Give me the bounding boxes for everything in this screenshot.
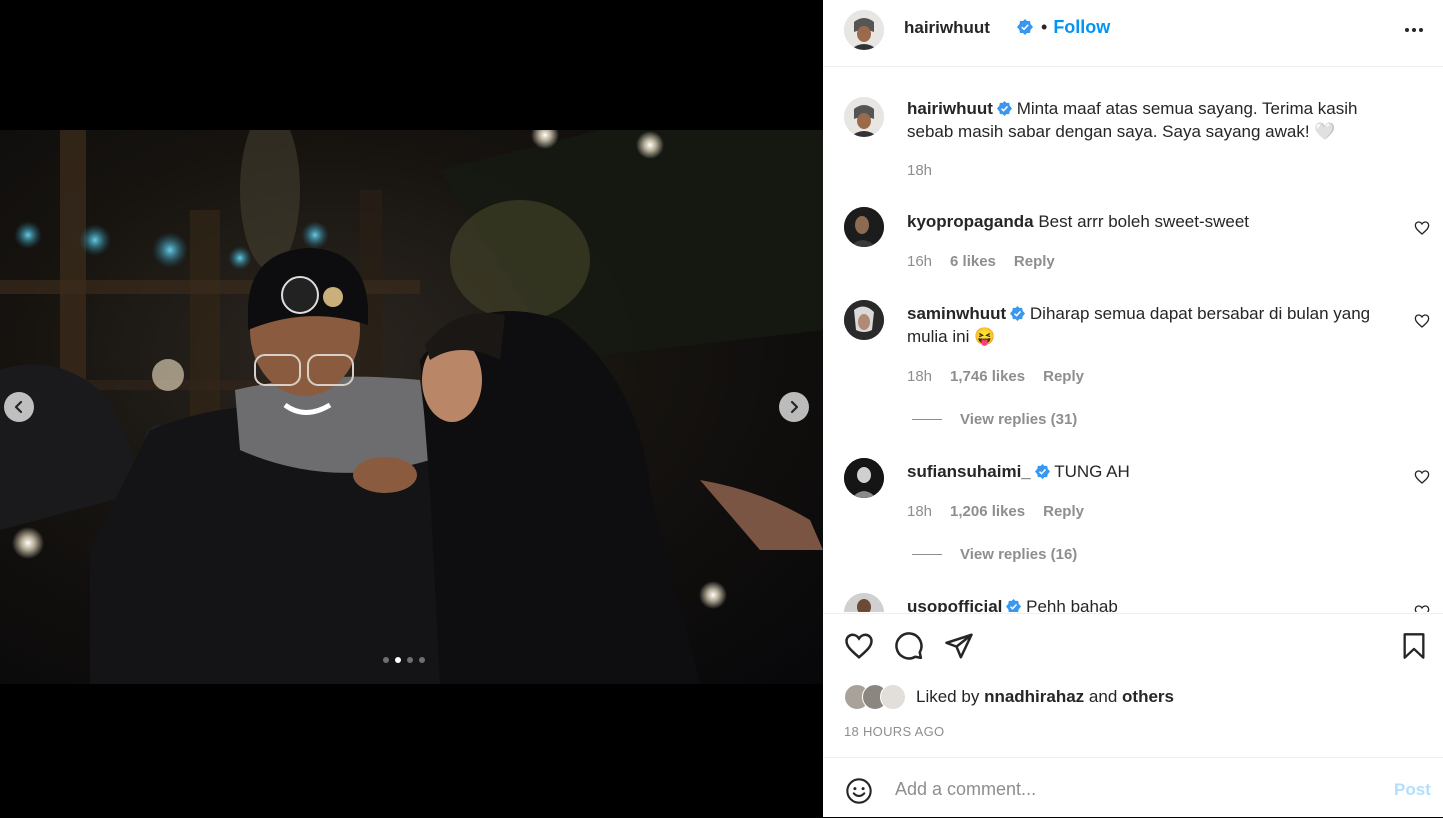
carousel-indicator <box>383 657 425 663</box>
carousel-dot-active <box>395 657 401 663</box>
comment-meta: 18h 1,746 likes Reply <box>907 368 1084 385</box>
verified-badge-icon <box>996 101 1012 116</box>
follow-button[interactable]: Follow <box>1053 17 1110 37</box>
view-replies-button[interactable]: View replies (16) <box>912 546 1077 563</box>
reply-button[interactable]: Reply <box>1043 368 1084 385</box>
heart-icon[interactable] <box>844 631 874 661</box>
comment-text-block: saminwhuut Diharap semua dapat bersabar … <box>907 302 1407 348</box>
post-side-panel: hairiwhuut • Follow hairiwhuut Minta maaf… <box>823 0 1443 817</box>
comment-time[interactable]: 18h <box>907 503 932 520</box>
more-options-icon[interactable] <box>1403 19 1425 41</box>
photo-illustration <box>0 130 823 684</box>
caption-username[interactable]: hairiwhuut <box>907 99 993 118</box>
reply-button[interactable]: Reply <box>1043 503 1084 520</box>
replies-divider <box>912 419 942 420</box>
verified-badge-icon <box>1006 599 1022 612</box>
post-actions: Liked by nnadhirahaz and others 18 HOURS… <box>823 613 1443 757</box>
comment-input[interactable] <box>893 773 1377 805</box>
view-replies-label: View replies (16) <box>960 546 1078 563</box>
commenter-username[interactable]: usopofficial <box>907 597 1002 612</box>
chevron-right-icon <box>790 400 799 414</box>
heart-icon[interactable] <box>1414 313 1430 329</box>
commenter-avatar[interactable] <box>844 207 884 247</box>
post-media <box>0 0 823 817</box>
caption-meta: 18h <box>907 162 932 179</box>
carousel-dot <box>383 657 389 663</box>
liked-by-others[interactable]: others <box>1122 687 1174 707</box>
commenter-username[interactable]: saminwhuut <box>907 304 1006 323</box>
replies-divider <box>912 554 942 555</box>
separator-bullet: • <box>1041 17 1048 37</box>
comment-icon[interactable] <box>894 631 924 661</box>
share-icon[interactable] <box>944 631 974 661</box>
comment-time[interactable]: 16h <box>907 253 932 270</box>
liker-avatars <box>844 684 908 710</box>
heart-icon[interactable] <box>1414 469 1430 485</box>
heart-icon[interactable] <box>1414 220 1430 236</box>
verified-badge-icon <box>1017 19 1033 35</box>
comment-likes[interactable]: 1,206 likes <box>950 503 1025 520</box>
view-replies-label: View replies (31) <box>960 411 1078 428</box>
liked-by-user[interactable]: nnadhirahaz <box>984 687 1084 707</box>
post-photo[interactable] <box>0 130 823 684</box>
comment-text: Pehh bahab <box>1026 597 1118 612</box>
caption-text-block: hairiwhuut Minta maaf atas semua sayang.… <box>907 97 1407 143</box>
view-replies-button[interactable]: View replies (31) <box>912 411 1077 428</box>
follow-group: • Follow <box>1017 17 1110 38</box>
previous-slide-button[interactable] <box>4 392 34 422</box>
commenter-username[interactable]: sufiansuhaimi_ <box>907 462 1031 481</box>
likes-summary: Liked by nnadhirahaz and others <box>844 684 1174 710</box>
carousel-dot <box>407 657 413 663</box>
comment-text: Best arrr boleh sweet-sweet <box>1038 212 1250 231</box>
avatar <box>880 684 906 710</box>
comment-text-block: sufiansuhaimi_ TUNG AH <box>907 460 1407 483</box>
emoji-icon[interactable] <box>845 777 873 805</box>
next-slide-button[interactable] <box>779 392 809 422</box>
author-avatar[interactable] <box>844 97 884 137</box>
carousel-dot <box>419 657 425 663</box>
post-header: hairiwhuut • Follow <box>823 0 1443 67</box>
comment-meta: 16h 6 likes Reply <box>907 253 1055 270</box>
heart-icon[interactable] <box>1414 604 1430 612</box>
verified-badge-icon <box>1010 306 1026 321</box>
bookmark-icon[interactable] <box>1400 631 1428 661</box>
commenter-avatar[interactable] <box>844 458 884 498</box>
add-comment-bar: Post <box>823 757 1443 818</box>
comment-meta: 18h 1,206 likes Reply <box>907 503 1084 520</box>
post-timestamp[interactable]: 18 HOURS AGO <box>844 724 944 739</box>
comment-likes[interactable]: 1,746 likes <box>950 368 1025 385</box>
comment-likes[interactable]: 6 likes <box>950 253 996 270</box>
author-username[interactable]: hairiwhuut <box>904 18 990 38</box>
comment-text-block: kyopropaganda Best arrr boleh sweet-swee… <box>907 210 1407 233</box>
caption-time[interactable]: 18h <box>907 162 932 179</box>
commenter-avatar[interactable] <box>844 300 884 340</box>
comments-list[interactable]: hairiwhuut Minta maaf atas semua sayang.… <box>823 67 1443 612</box>
post-comment-button[interactable]: Post <box>1394 780 1431 800</box>
verified-badge-icon <box>1034 464 1050 479</box>
commenter-avatar[interactable] <box>844 593 884 612</box>
liked-by-and: and <box>1088 687 1118 706</box>
commenter-username[interactable]: kyopropaganda <box>907 212 1034 231</box>
reply-button[interactable]: Reply <box>1014 253 1055 270</box>
author-avatar[interactable] <box>844 10 884 50</box>
comment-text: TUNG AH <box>1054 462 1130 481</box>
liked-by-prefix: Liked by <box>916 687 980 706</box>
comment-time[interactable]: 18h <box>907 368 932 385</box>
comment-text-block: usopofficial Pehh bahab <box>907 595 1407 612</box>
chevron-left-icon <box>14 400 23 414</box>
